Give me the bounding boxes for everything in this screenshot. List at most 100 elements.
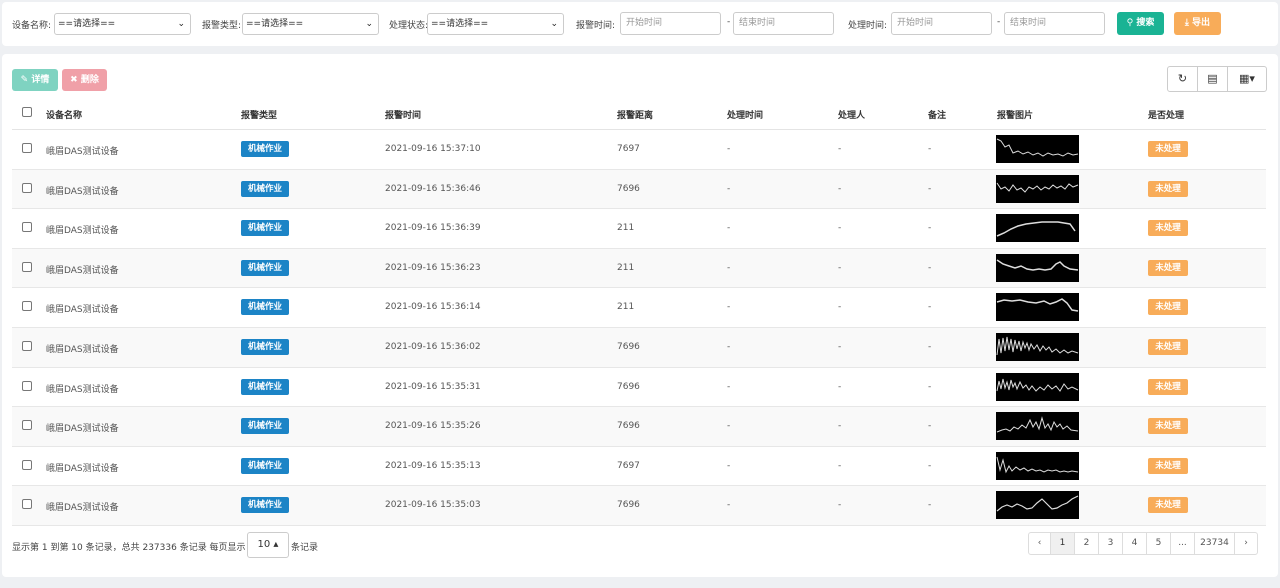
table-row[interactable]: 峨眉DAS测试设备 机械作业 2021-09-16 15:35:03 7696 …: [12, 486, 1266, 526]
device-select[interactable]: ==请选择== ⌄: [54, 13, 191, 35]
table-row[interactable]: 峨眉DAS测试设备 机械作业 2021-09-16 15:35:13 7697 …: [12, 447, 1266, 487]
column-header-status[interactable]: 是否处理: [1148, 108, 1184, 121]
select-all-checkbox[interactable]: [22, 107, 32, 117]
alarm-start-time-input[interactable]: 开始时间: [620, 12, 721, 35]
column-header-device[interactable]: 设备名称: [46, 108, 82, 121]
waveform-thumbnail[interactable]: [996, 293, 1079, 322]
row-checkbox[interactable]: [22, 222, 32, 233]
status-badge: 未处理: [1148, 299, 1188, 316]
note-cell: -: [928, 262, 932, 273]
pagination-prev[interactable]: ‹: [1029, 533, 1051, 554]
handle-end-time-input[interactable]: 结束时间: [1004, 12, 1105, 35]
waveform-thumbnail[interactable]: [996, 372, 1079, 401]
alarm-type-filter-label: 报警类型:: [202, 21, 242, 31]
pagination-summary: 显示第 1 到第 10 条记录，总共 237336 条记录 每页显示: [12, 543, 246, 553]
pagination-page-last[interactable]: 23734: [1195, 533, 1235, 554]
waveform-thumbnail[interactable]: [996, 412, 1079, 441]
handle-time-cell: -: [727, 144, 731, 154]
alarm-table-panel: ✎ 详情 ✖ 删除 ↻ ▤ ▦▾ 设备名称 报警类型 报警时间 报警距离 处理时…: [2, 54, 1278, 577]
status-badge: 未处理: [1148, 220, 1188, 237]
column-header-note[interactable]: 备注: [928, 108, 946, 121]
row-checkbox[interactable]: [22, 420, 32, 431]
handle-time-separator: -: [997, 17, 1001, 27]
row-checkbox[interactable]: [22, 301, 32, 312]
pagination-page-2[interactable]: 2: [1075, 533, 1099, 554]
device-cell: 峨眉DAS测试设备: [46, 463, 119, 474]
column-header-type[interactable]: 报警类型: [241, 108, 277, 121]
search-button[interactable]: ⚲ 搜索: [1117, 12, 1164, 35]
refresh-icon[interactable]: ↻: [1168, 67, 1198, 91]
note-cell: -: [928, 341, 932, 352]
row-checkbox[interactable]: [22, 261, 32, 272]
device-cell: 峨眉DAS测试设备: [46, 305, 119, 316]
chevron-down-icon: ⌄: [550, 19, 558, 29]
column-header-image[interactable]: 报警图片: [997, 108, 1033, 121]
alarm-type-select[interactable]: ==请选择== ⌄: [242, 13, 379, 35]
row-checkbox[interactable]: [22, 459, 32, 470]
chevron-down-icon: ⌄: [177, 19, 185, 29]
pagination-page-5[interactable]: 5: [1147, 533, 1171, 554]
close-icon: ✖: [70, 75, 78, 85]
column-header-handle-time[interactable]: 处理时间: [727, 108, 763, 121]
alarm-type-badge: 机械作业: [241, 378, 289, 395]
alarm-type-badge: 机械作业: [241, 299, 289, 316]
pagination-next[interactable]: ›: [1235, 533, 1257, 554]
status-badge: 未处理: [1148, 418, 1188, 435]
device-cell: 峨眉DAS测试设备: [46, 186, 119, 197]
table-row[interactable]: 峨眉DAS测试设备 机械作业 2021-09-16 15:35:26 7696 …: [12, 407, 1266, 447]
table-row[interactable]: 峨眉DAS测试设备 机械作业 2021-09-16 15:36:14 211 -…: [12, 288, 1266, 328]
search-icon: ⚲: [1126, 18, 1134, 28]
handler-cell: -: [838, 302, 842, 313]
row-checkbox[interactable]: [22, 182, 32, 193]
device-cell: 峨眉DAS测试设备: [46, 147, 119, 157]
waveform-thumbnail[interactable]: [996, 174, 1079, 203]
waveform-thumbnail[interactable]: [996, 253, 1079, 282]
row-checkbox[interactable]: [22, 143, 32, 153]
waveform-thumbnail[interactable]: [996, 332, 1079, 361]
waveform-thumbnail[interactable]: [996, 214, 1079, 243]
alarm-type-badge: 机械作业: [241, 259, 289, 276]
distance-cell: 7696: [617, 500, 640, 511]
table-tools: ↻ ▤ ▦▾: [1167, 66, 1267, 92]
page-size-dropdown[interactable]: 10 ▴: [247, 532, 289, 558]
column-header-time[interactable]: 报警时间: [385, 108, 421, 121]
pagination-page-4[interactable]: 4: [1123, 533, 1147, 554]
table-row[interactable]: 峨眉DAS测试设备 机械作业 2021-09-16 15:37:10 7697 …: [12, 130, 1266, 170]
distance-cell: 7696: [617, 421, 640, 432]
export-button[interactable]: ⤓ 导出: [1174, 12, 1221, 35]
note-cell: -: [928, 223, 932, 234]
delete-button[interactable]: ✖ 删除: [62, 69, 107, 91]
waveform-thumbnail[interactable]: [996, 491, 1079, 520]
alarm-type-badge: 机械作业: [241, 220, 289, 237]
status-select[interactable]: ==请选择== ⌄: [427, 13, 564, 35]
waveform-thumbnail[interactable]: [996, 135, 1079, 163]
column-header-handler[interactable]: 处理人: [838, 108, 865, 121]
pagination-page-1[interactable]: 1: [1051, 533, 1075, 554]
delete-button-label: 删除: [80, 75, 99, 85]
row-checkbox[interactable]: [22, 380, 32, 391]
handle-time-cell: -: [727, 460, 731, 471]
handler-cell: -: [838, 341, 842, 352]
chevron-down-icon: ⌄: [365, 19, 373, 29]
table-row[interactable]: 峨眉DAS测试设备 机械作业 2021-09-16 15:36:23 211 -…: [12, 248, 1266, 289]
table-row[interactable]: 峨眉DAS测试设备 机械作业 2021-09-16 15:36:46 7696 …: [12, 169, 1266, 210]
table-header: 设备名称 报警类型 报警时间 报警距离 处理时间 处理人 备注 报警图片 是否处…: [12, 98, 1266, 130]
handle-start-time-input[interactable]: 开始时间: [891, 12, 992, 35]
columns-grid-icon[interactable]: ▦▾: [1228, 67, 1266, 91]
note-cell: -: [928, 460, 932, 471]
alarm-type-select-value: ==请选择==: [246, 19, 304, 29]
row-checkbox[interactable]: [22, 340, 32, 351]
pagination-page-3[interactable]: 3: [1099, 533, 1123, 554]
column-header-distance[interactable]: 报警距离: [617, 108, 653, 121]
table-row[interactable]: 峨眉DAS测试设备 机械作业 2021-09-16 15:36:02 7696 …: [12, 327, 1266, 368]
card-view-icon[interactable]: ▤: [1198, 67, 1228, 91]
detail-button[interactable]: ✎ 详情: [12, 69, 58, 91]
detail-button-label: 详情: [31, 75, 50, 85]
row-checkbox[interactable]: [22, 499, 32, 510]
table-row[interactable]: 峨眉DAS测试设备 机械作业 2021-09-16 15:35:31 7696 …: [12, 368, 1266, 408]
pagination: ‹ 1 2 3 4 5 ... 23734 ›: [1028, 532, 1258, 555]
table-row[interactable]: 峨眉DAS测试设备 机械作业 2021-09-16 15:36:39 211 -…: [12, 209, 1266, 249]
waveform-thumbnail[interactable]: [996, 451, 1079, 480]
alarm-end-time-input[interactable]: 结束时间: [733, 12, 834, 35]
edit-icon: ✎: [20, 75, 29, 85]
